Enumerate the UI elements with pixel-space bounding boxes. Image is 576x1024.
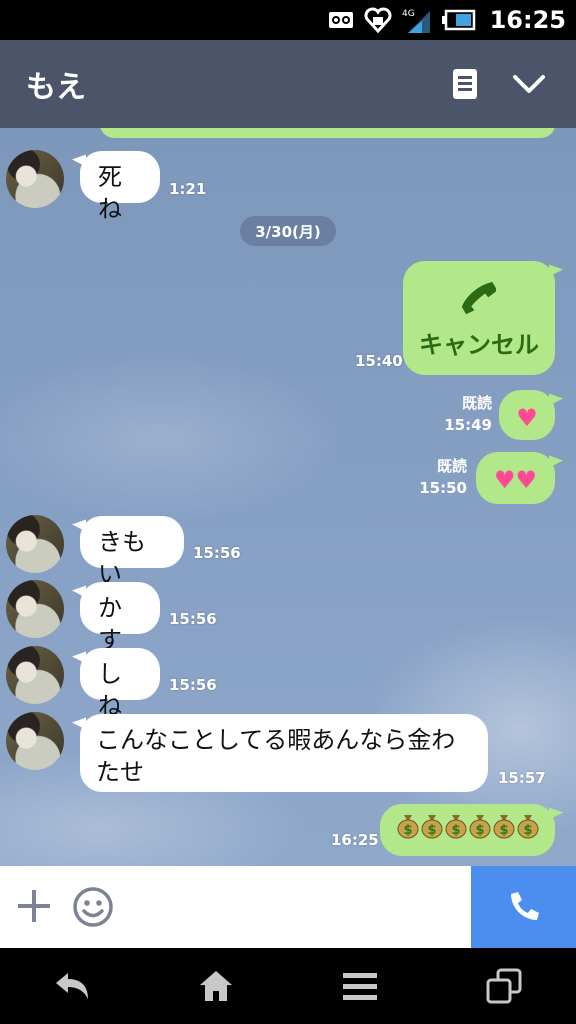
moneybag-icon: $ [468, 813, 492, 847]
heart-icon: ♥ [493, 466, 516, 494]
heart-icon: ♥ [516, 404, 538, 432]
status-bar: 4G 16:25 [0, 0, 576, 40]
message-bubble[interactable]: しね [80, 648, 160, 720]
moneybag-icon: $ [420, 813, 444, 847]
message-time: 15:40 [355, 352, 403, 370]
chat-header: もえ [0, 40, 576, 128]
smile-icon[interactable] [72, 886, 114, 928]
chat-area[interactable]: 死ね 1:21 3/30(月) 15:40 キャンセル 既読 15:49 ♥ 既… [0, 128, 576, 866]
date-separator: 3/30(月) [240, 216, 336, 246]
avatar[interactable] [6, 580, 64, 638]
message-time: 16:25 [331, 831, 379, 849]
call-message-bubble[interactable]: キャンセル [403, 261, 555, 375]
plus-icon[interactable] [16, 888, 52, 924]
message-text: かす [98, 594, 122, 654]
svg-text:4G: 4G [402, 9, 415, 19]
read-receipt: 既読 15:49 [440, 392, 492, 436]
system-nav-bar [0, 948, 576, 1024]
moneybag-icon: $ [492, 813, 516, 847]
moneybag-icon: $ [516, 813, 540, 847]
message-text: きもい [98, 528, 146, 588]
message-text: しね [98, 660, 122, 720]
message-text: こんなことしてる暇あんなら金わたせ [96, 726, 456, 786]
message-bubble[interactable]: きもい [80, 516, 184, 588]
avatar[interactable] [6, 150, 64, 208]
moneybag-icon: $ [444, 813, 468, 847]
signal-icon: 4G [402, 7, 432, 33]
chevron-down-icon[interactable] [504, 59, 554, 109]
status-time: 16:25 [489, 6, 566, 34]
back-icon[interactable] [37, 956, 107, 1016]
svg-text:$: $ [499, 823, 508, 838]
avatar[interactable] [6, 515, 64, 573]
read-receipt: 既読 15:50 [415, 455, 467, 499]
svg-text:$: $ [427, 823, 436, 838]
phone-icon [461, 277, 498, 321]
message-time: 15:49 [444, 416, 492, 434]
moneybag-icon: $ [396, 813, 420, 847]
avatar[interactable] [6, 712, 64, 770]
svg-text:$: $ [475, 823, 484, 838]
message-time: 15:56 [169, 676, 217, 694]
recent-apps-icon[interactable] [469, 956, 539, 1016]
menu-icon[interactable] [325, 956, 395, 1016]
message-text: 死ね [98, 163, 122, 223]
voicemail-icon [328, 10, 354, 30]
message-time: 15:57 [498, 769, 546, 787]
contact-name: もえ [26, 70, 86, 105]
previous-message-bubble [100, 128, 555, 138]
message-time: 1:21 [169, 180, 207, 198]
message-time: 15:50 [419, 479, 467, 497]
message-bubble[interactable]: かす [80, 582, 160, 654]
call-button[interactable] [471, 866, 576, 948]
sticker-bubble[interactable]: ♥ [499, 390, 555, 440]
sticker-bubble[interactable]: ♥♥ [476, 452, 555, 504]
phone-icon [510, 892, 539, 920]
svg-text:$: $ [403, 823, 412, 838]
input-bar [0, 866, 576, 948]
message-bubble[interactable]: 死ね [80, 151, 160, 223]
svg-text:$: $ [523, 823, 532, 838]
read-label: 既読 [436, 457, 467, 475]
message-bubble[interactable]: こんなことしてる暇あんなら金わたせ [80, 714, 488, 792]
read-label: 既読 [461, 394, 492, 412]
emoji-bubble[interactable]: $ $ $ $ $ $ [380, 804, 555, 856]
notes-icon[interactable] [440, 59, 490, 109]
message-time: 15:56 [169, 610, 217, 628]
call-status-label: キャンセル [419, 330, 539, 359]
heart-icon: ♥ [515, 466, 538, 494]
heart-notification-icon [364, 7, 392, 33]
home-icon[interactable] [181, 956, 251, 1016]
avatar[interactable] [6, 646, 64, 704]
battery-icon [441, 9, 476, 31]
svg-text:$: $ [451, 823, 460, 838]
message-time: 15:56 [193, 544, 241, 562]
